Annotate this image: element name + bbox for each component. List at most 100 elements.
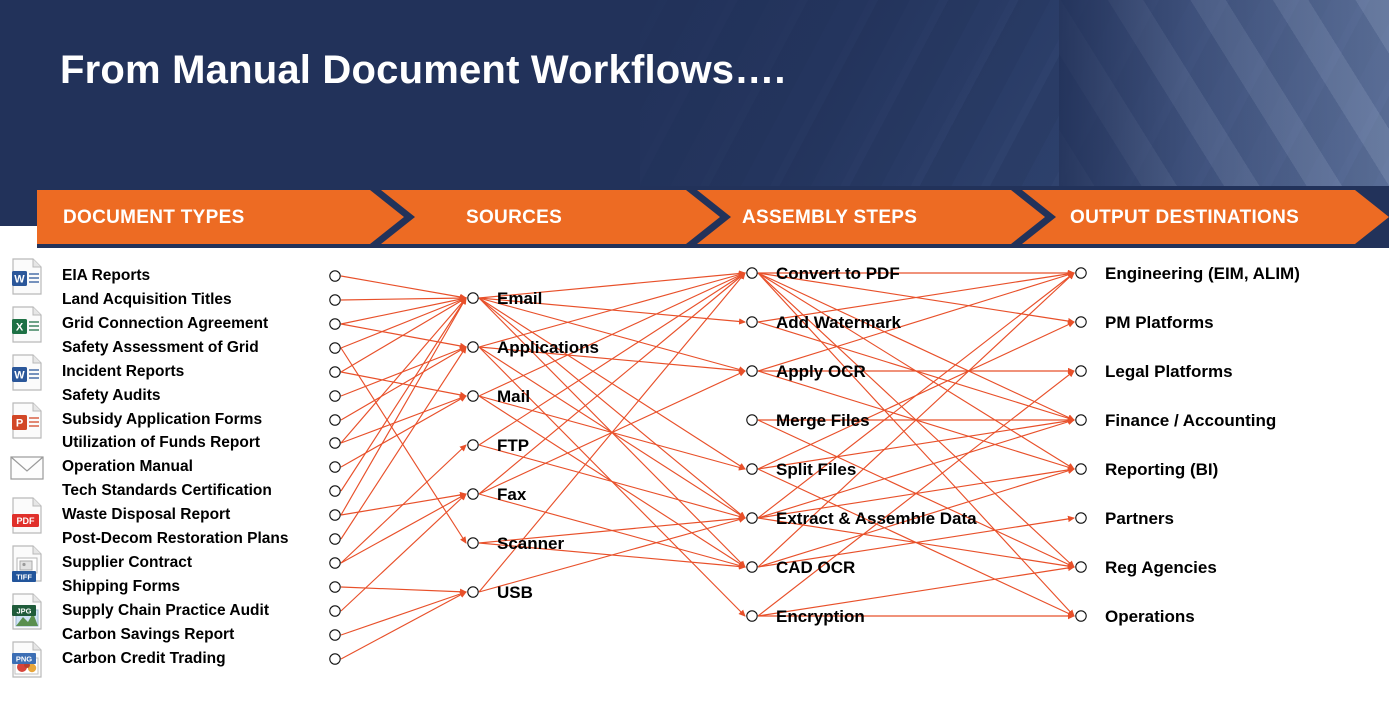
node-source-2[interactable] xyxy=(467,390,479,402)
label-source-6: USB xyxy=(497,583,533,602)
label-document-type-9: Tech Standards Certification xyxy=(62,482,272,499)
node-destination-0[interactable] xyxy=(1075,267,1087,279)
svg-text:X: X xyxy=(16,322,24,334)
word-doc-icon: W xyxy=(10,258,44,296)
node-destination-3[interactable] xyxy=(1075,414,1087,426)
label-assembly-step-4: Split Files xyxy=(776,460,857,479)
node-document-type-0[interactable] xyxy=(329,270,341,282)
node-destination-2[interactable] xyxy=(1075,365,1087,377)
label-assembly-step-7: Encryption xyxy=(776,607,865,626)
label-document-type-1: Land Acquisition Titles xyxy=(62,291,232,308)
node-document-type-9[interactable] xyxy=(329,485,341,497)
link-step-dest-2 xyxy=(757,272,1075,421)
label-destination-1: PM Platforms xyxy=(1105,313,1214,332)
label-document-type-7: Utilization of Funds Report xyxy=(62,434,261,451)
node-destination-4[interactable] xyxy=(1075,463,1087,475)
label-document-type-15: Carbon Savings Report xyxy=(62,626,235,643)
label-document-type-14: Supply Chain Practice Audit xyxy=(62,602,269,619)
link-source-step-14 xyxy=(478,444,746,520)
node-assembly-step-1[interactable] xyxy=(746,316,758,328)
connection-lines xyxy=(340,269,1075,660)
svg-text:TIFF: TIFF xyxy=(16,573,32,582)
node-source-6[interactable] xyxy=(467,586,479,598)
node-document-type-14[interactable] xyxy=(329,605,341,617)
label-assembly-step-2: Apply OCR xyxy=(776,362,866,381)
label-destination-2: Legal Platforms xyxy=(1105,362,1233,381)
node-source-4[interactable] xyxy=(467,488,479,500)
node-document-type-2[interactable] xyxy=(329,318,341,330)
envelope-icon xyxy=(10,449,44,487)
label-document-type-13: Shipping Forms xyxy=(62,578,180,595)
label-document-type-2: Grid Connection Agreement xyxy=(62,315,269,332)
node-assembly-step-0[interactable] xyxy=(746,267,758,279)
link-source-step-6 xyxy=(478,271,746,348)
label-destination-3: Finance / Accounting xyxy=(1105,411,1277,430)
label-document-type-4: Incident Reports xyxy=(62,363,185,380)
node-document-type-10[interactable] xyxy=(329,509,341,521)
node-document-type-16[interactable] xyxy=(329,653,341,665)
link-doc-source-5 xyxy=(340,346,467,397)
label-document-type-0: EIA Reports xyxy=(62,267,151,284)
node-source-3[interactable] xyxy=(467,439,479,451)
node-assembly-step-3[interactable] xyxy=(746,414,758,426)
label-destination-5: Partners xyxy=(1105,509,1174,528)
link-doc-source-15 xyxy=(340,590,467,636)
label-source-0: Email xyxy=(497,289,543,308)
label-assembly-step-5: Extract & Assemble Data xyxy=(776,509,977,528)
node-document-type-15[interactable] xyxy=(329,629,341,641)
label-assembly-step-3: Merge Files xyxy=(776,411,870,430)
label-assembly-step-0: Convert to PDF xyxy=(776,264,900,283)
node-destination-6[interactable] xyxy=(1075,561,1087,573)
label-document-type-6: Subsidy Application Forms xyxy=(62,411,263,428)
link-doc-source-0 xyxy=(340,275,467,301)
node-destination-5[interactable] xyxy=(1075,512,1087,524)
label-source-1: Applications xyxy=(497,338,600,357)
node-document-type-8[interactable] xyxy=(329,461,341,473)
node-assembly-step-6[interactable] xyxy=(746,561,758,573)
word-doc-icon: W xyxy=(10,354,44,392)
node-destination-1[interactable] xyxy=(1075,316,1087,328)
label-document-type-3: Safety Assessment of Grid xyxy=(62,339,259,356)
svg-text:PNG: PNG xyxy=(16,655,32,664)
label-assembly-step-6: CAD OCR xyxy=(776,558,856,577)
node-assembly-step-5[interactable] xyxy=(746,512,758,524)
node-assembly-step-2[interactable] xyxy=(746,365,758,377)
label-document-type-5: Safety Audits xyxy=(62,387,161,404)
label-destination-4: Reporting (BI) xyxy=(1105,460,1219,479)
label-document-type-12: Supplier Contract xyxy=(62,554,193,571)
node-document-type-12[interactable] xyxy=(329,557,341,569)
node-destination-7[interactable] xyxy=(1075,610,1087,622)
svg-text:JPG: JPG xyxy=(16,607,31,616)
link-source-step-21 xyxy=(478,516,746,593)
node-assembly-step-7[interactable] xyxy=(746,610,758,622)
pdf-doc-icon: PDF xyxy=(10,497,44,535)
label-source-5: Scanner xyxy=(497,534,565,553)
node-document-type-4[interactable] xyxy=(329,366,341,378)
link-doc-source-16 xyxy=(340,591,467,660)
link-doc-source-13 xyxy=(340,586,467,595)
svg-text:P: P xyxy=(16,418,23,430)
powerpoint-doc-icon: P xyxy=(10,402,44,440)
node-assembly-step-4[interactable] xyxy=(746,463,758,475)
label-document-type-11: Post-Decom Restoration Plans xyxy=(62,530,289,547)
node-source-1[interactable] xyxy=(467,341,479,353)
link-step-dest-23 xyxy=(757,370,1075,617)
node-document-type-11[interactable] xyxy=(329,533,341,545)
label-source-2: Mail xyxy=(497,387,531,406)
label-source-3: FTP xyxy=(497,436,530,455)
link-doc-source-7 xyxy=(340,395,467,444)
node-document-type-5[interactable] xyxy=(329,390,341,402)
label-destination-7: Operations xyxy=(1105,607,1195,626)
label-document-type-10: Waste Disposal Report xyxy=(62,506,231,523)
excel-doc-icon: X xyxy=(10,306,44,344)
node-document-type-3[interactable] xyxy=(329,342,341,354)
node-document-type-1[interactable] xyxy=(329,294,341,306)
node-document-type-6[interactable] xyxy=(329,414,341,426)
node-document-type-13[interactable] xyxy=(329,581,341,593)
node-document-type-7[interactable] xyxy=(329,437,341,449)
jpg-image-icon: JPG xyxy=(10,593,44,631)
png-image-icon: PNG xyxy=(10,641,44,679)
svg-text:W: W xyxy=(14,370,25,382)
node-source-0[interactable] xyxy=(467,292,479,304)
node-source-5[interactable] xyxy=(467,537,479,549)
